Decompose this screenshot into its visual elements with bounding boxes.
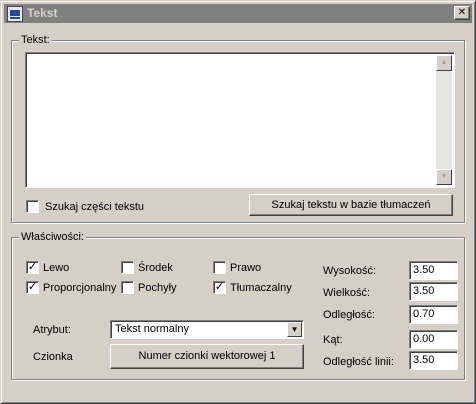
angle-label: Kąt: [323, 334, 343, 346]
font-label: Czionka [33, 351, 73, 363]
checkbox-srodek[interactable]: Środek [121, 261, 173, 274]
distance-input[interactable]: 0.70 [409, 305, 458, 324]
checkbox-pochyly[interactable]: Pochyły [121, 281, 177, 294]
lewo-checkbox[interactable]: ✓ [26, 261, 39, 274]
size-input[interactable]: 3.50 [409, 282, 458, 301]
srodek-label: Środek [138, 261, 173, 274]
font-button[interactable]: Numer czionki wektorowej 1 [110, 344, 304, 369]
prawo-label: Prawo [230, 261, 262, 274]
properties-group: Właściwości: ✓ Lewo Środek Prawo ✓ Propo… [11, 231, 465, 380]
pochyly-label: Pochyły [138, 281, 177, 294]
search-translations-button[interactable]: Szukaj tekstu w bazie tłumaczeń [249, 194, 453, 216]
checkbox-tlumaczalny[interactable]: ✓ Tłumaczalny [213, 281, 292, 294]
srodek-checkbox[interactable] [121, 261, 134, 274]
proporcjonalny-label: Proporcjonalny [43, 281, 117, 294]
size-label: Wielkość: [323, 287, 371, 299]
checkbox-proporcjonalny[interactable]: ✓ Proporcjonalny [26, 281, 116, 294]
checkbox-prawo[interactable]: Prawo [213, 261, 261, 274]
text-group-legend: Tekst: [19, 34, 52, 46]
properties-legend: Właściwości: [19, 231, 86, 243]
close-button[interactable]: ✕ [454, 6, 470, 20]
text-area[interactable]: ▲ ▼ [25, 52, 455, 188]
scroll-down-icon[interactable]: ▼ [436, 169, 452, 185]
attribute-select[interactable]: Tekst normalny ▼ [110, 320, 304, 339]
height-label: Wysokość: [323, 265, 377, 277]
tlumaczalny-label: Tłumaczalny [230, 281, 292, 294]
proporcjonalny-checkbox[interactable]: ✓ [26, 281, 39, 294]
search-part-option[interactable]: Szukaj części tekstu [26, 200, 144, 213]
dropdown-arrow-icon[interactable]: ▼ [287, 322, 302, 337]
vertical-scrollbar[interactable]: ▲ ▼ [436, 55, 452, 185]
prawo-checkbox[interactable] [213, 261, 226, 274]
pochyly-checkbox[interactable] [121, 281, 134, 294]
title-bar[interactable]: Tekst ✕ [4, 4, 472, 23]
scroll-up-icon[interactable]: ▲ [436, 55, 452, 71]
text-group: Tekst: ▲ ▼ Szukaj części tekstu Szukaj t… [11, 34, 465, 223]
tekst-dialog: Tekst ✕ Tekst: ▲ ▼ Szukaj części tekstu … [0, 0, 476, 404]
tlumaczalny-checkbox[interactable]: ✓ [213, 281, 226, 294]
height-input[interactable]: 3.50 [409, 261, 458, 280]
distance-label: Odległość: [323, 309, 375, 321]
app-icon [7, 6, 23, 22]
window-title: Tekst [27, 6, 58, 20]
angle-input[interactable]: 0.00 [409, 330, 458, 349]
line-spacing-label: Odległość linii: [323, 356, 394, 368]
attribute-label: Atrybut: [33, 324, 71, 336]
attribute-value: Tekst normalny [115, 323, 189, 335]
search-part-label: Szukaj części tekstu [45, 200, 145, 213]
lewo-label: Lewo [43, 261, 70, 274]
search-part-checkbox[interactable] [26, 200, 39, 213]
line-spacing-input[interactable]: 3.50 [409, 351, 458, 370]
checkbox-lewo[interactable]: ✓ Lewo [26, 261, 69, 274]
